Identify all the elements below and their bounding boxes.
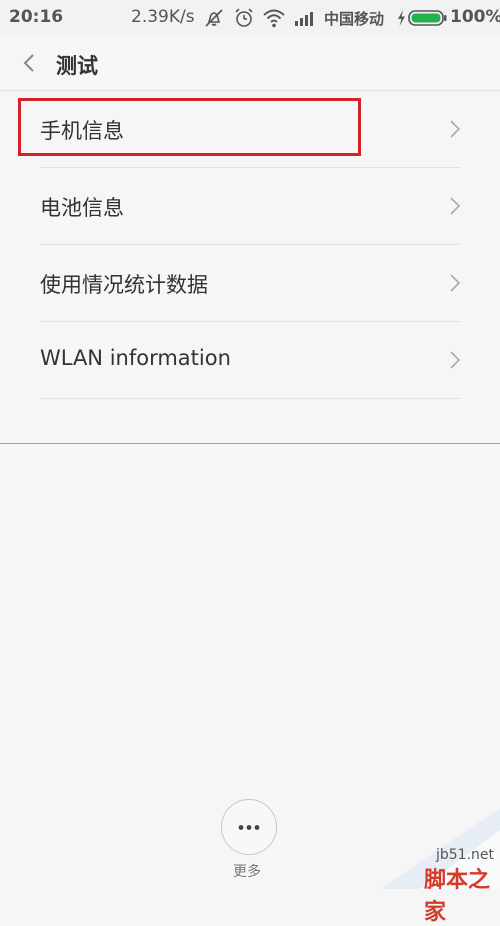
- chevron-right-icon: [450, 120, 461, 138]
- chevron-right-icon: [450, 274, 461, 292]
- charging-icon: [398, 10, 405, 26]
- list-item-usage-stats[interactable]: 使用情况统计数据: [0, 245, 500, 322]
- more-label: 更多: [233, 864, 261, 880]
- watermark-name: 脚本之家: [424, 868, 491, 925]
- status-carrier: 中国移动: [324, 10, 385, 28]
- more-button[interactable]: [221, 799, 277, 855]
- divider: [40, 398, 460, 399]
- battery-icon: [408, 10, 447, 26]
- status-time: 20:16: [9, 7, 64, 27]
- chevron-right-icon: [450, 351, 461, 369]
- title-bar: 测试: [0, 36, 500, 91]
- watermark-site: jb51.net: [436, 847, 495, 863]
- signal-icon: [295, 12, 313, 26]
- list-item-label: 使用情况统计数据: [40, 273, 208, 297]
- list-item-label: WLAN information: [40, 346, 231, 370]
- wifi-icon: [263, 9, 285, 28]
- silent-vibrate-icon: [205, 9, 223, 27]
- alarm-icon: [235, 8, 253, 27]
- status-bar: 20:16 2.39K/s 中国移动 100%: [0, 0, 500, 36]
- status-battery-percent: 100%: [450, 7, 500, 27]
- highlight-box: [18, 98, 361, 156]
- section-separator: [0, 443, 500, 444]
- chevron-left-icon: [23, 54, 34, 72]
- page-title: 测试: [56, 54, 98, 78]
- more-dots-icon: [238, 825, 260, 830]
- status-net-speed: 2.39K/s: [131, 7, 195, 27]
- chevron-right-icon: [450, 197, 461, 215]
- list-item-battery-info[interactable]: 电池信息: [0, 168, 500, 245]
- list-item-wlan-information[interactable]: WLAN information: [0, 322, 500, 399]
- back-button[interactable]: [12, 46, 46, 80]
- list-item-label: 电池信息: [40, 196, 124, 220]
